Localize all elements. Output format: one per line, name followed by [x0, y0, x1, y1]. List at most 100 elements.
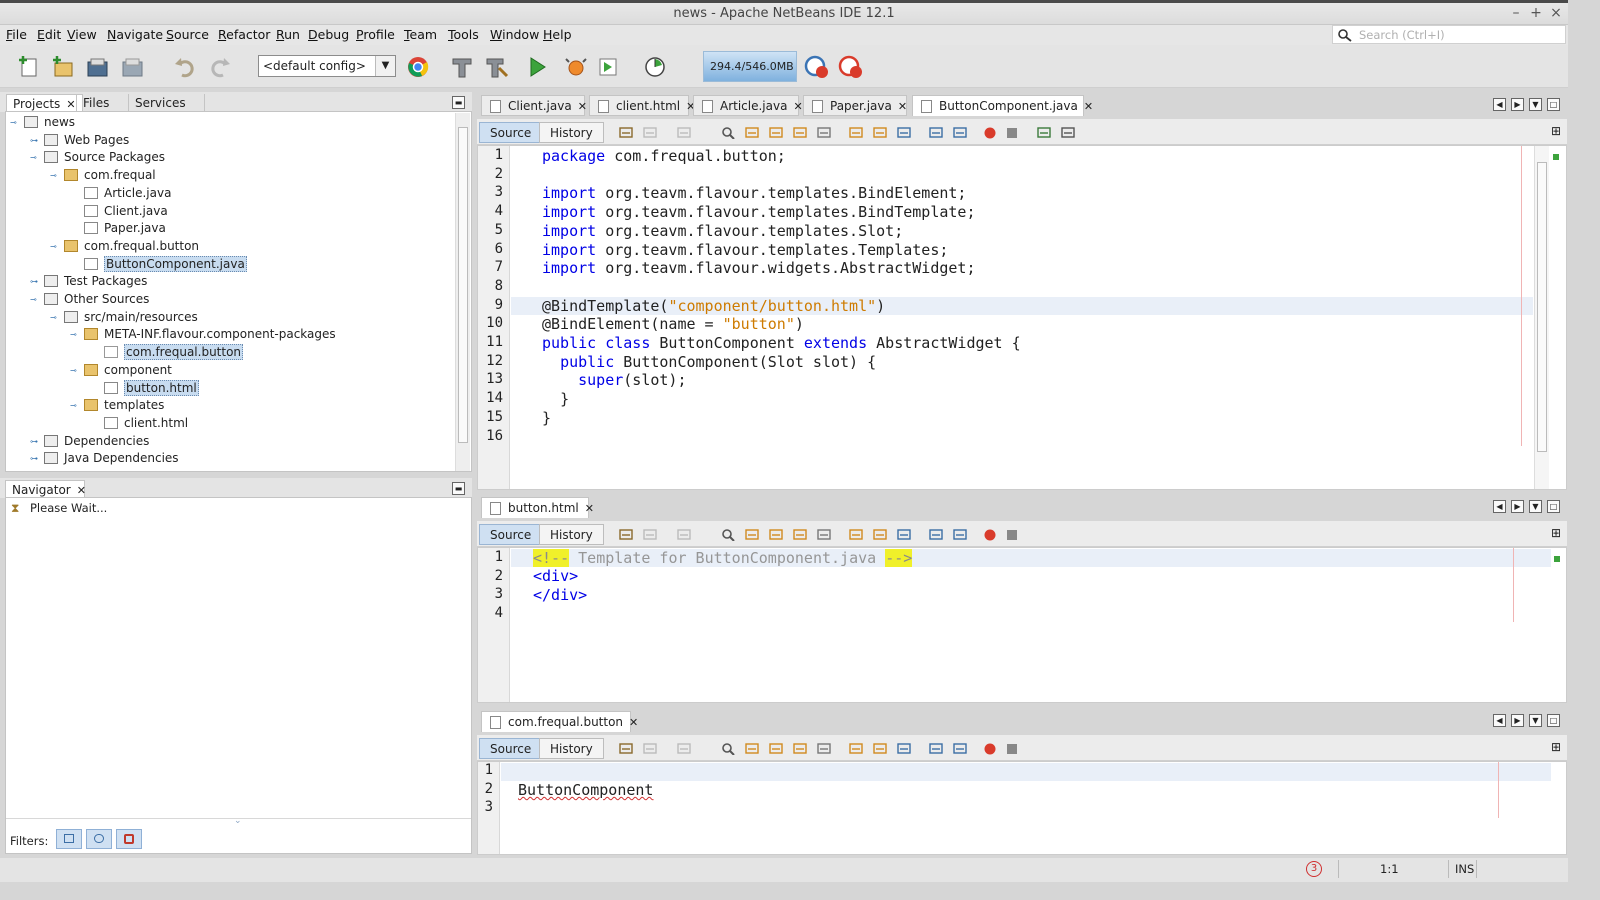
forward-icon[interactable] — [643, 528, 657, 541]
tree-item[interactable]: button.html — [104, 379, 199, 399]
next-bookmark-icon[interactable] — [873, 528, 887, 541]
tab-client-java[interactable]: Client.java ✕ — [481, 95, 587, 116]
tree-item[interactable]: ⊸ component — [70, 363, 172, 381]
tree-item[interactable]: ⊸ com.frequal.button — [50, 239, 199, 257]
tree-item[interactable]: ⊸ Other Sources — [30, 292, 149, 310]
toggle-highlight-icon[interactable] — [793, 528, 807, 541]
find-next-icon[interactable] — [769, 126, 783, 139]
split-editor-icon[interactable]: ⊞ — [1551, 526, 1561, 540]
shift-left-icon[interactable] — [929, 528, 943, 541]
forward-icon[interactable] — [643, 126, 657, 139]
new-file-icon[interactable] — [16, 54, 42, 80]
stop-macro-icon[interactable] — [1005, 126, 1019, 139]
chevron-right-icon[interactable]: ▶ — [1511, 500, 1524, 513]
back-icon[interactable] — [619, 126, 633, 139]
new-project-icon[interactable] — [50, 54, 76, 80]
build-icon[interactable] — [450, 54, 476, 80]
chevron-right-icon[interactable]: ▶ — [1511, 98, 1524, 111]
expand-toggle-icon[interactable]: ⊶ — [30, 454, 38, 463]
tree-item[interactable]: ⊸ src/main/resources — [50, 310, 198, 328]
rect-select-icon[interactable] — [817, 528, 831, 541]
clean-build-icon[interactable] — [484, 54, 510, 80]
chevron-right-icon[interactable]: ▶ — [1511, 714, 1524, 727]
tree-item[interactable]: ⊸ templates — [70, 398, 164, 416]
history-button[interactable]: History — [539, 738, 604, 759]
menu-profile[interactable]: Profile — [356, 27, 395, 42]
collapse-toggle-icon[interactable]: ⊸ — [10, 118, 17, 127]
menu-edit[interactable]: Edit — [37, 27, 61, 42]
prev-bookmark-icon[interactable] — [849, 742, 863, 755]
profile-icon[interactable] — [596, 54, 622, 80]
tab-com-frequal-button[interactable]: com.frequal.button ✕ — [481, 711, 638, 732]
rect-select-icon[interactable] — [817, 126, 831, 139]
shift-right-icon[interactable] — [953, 126, 967, 139]
menu-run[interactable]: Run — [276, 27, 300, 42]
scroll-thumb[interactable] — [1537, 162, 1547, 452]
find-icon[interactable] — [721, 528, 735, 541]
chevron-down-icon[interactable]: ▼ — [375, 56, 395, 76]
tree-item[interactable]: ⊸ news — [10, 115, 75, 133]
find-icon[interactable] — [721, 126, 735, 139]
menu-navigate[interactable]: Navigate — [107, 27, 163, 42]
close-icon[interactable]: ✕ — [1084, 100, 1093, 113]
tab-buttoncomponent-java[interactable]: ButtonComponent.java ✕ — [912, 95, 1093, 116]
collapse-toggle-icon[interactable]: ⊸ — [30, 153, 37, 162]
tree-item[interactable]: ⊸ com.frequal — [50, 168, 156, 186]
tree-item[interactable]: ⊸ Source Packages — [30, 150, 165, 168]
find-prev-icon[interactable] — [745, 742, 759, 755]
tree-item[interactable]: Article.java — [84, 186, 171, 204]
find-next-icon[interactable] — [769, 528, 783, 541]
minimize-button[interactable]: – — [1507, 5, 1525, 21]
shift-right-icon[interactable] — [953, 742, 967, 755]
tab-navigator[interactable]: Navigator ✕ — [5, 480, 86, 498]
chevron-down-icon[interactable]: ▼ — [1529, 98, 1542, 111]
prev-bookmark-icon[interactable] — [849, 126, 863, 139]
tree-item[interactable]: ⊶ Web Pages — [30, 133, 129, 151]
tree-scroll-thumb[interactable] — [458, 127, 468, 443]
memory-indicator[interactable]: 294.4/546.0MB — [703, 51, 797, 82]
toggle-highlight-icon[interactable] — [793, 742, 807, 755]
history-button[interactable]: History — [539, 122, 604, 143]
config-select[interactable]: <default config> ▼ — [258, 55, 396, 77]
tree-item[interactable]: Client.java — [84, 204, 168, 222]
back-icon[interactable] — [619, 742, 633, 755]
comment-icon[interactable] — [1037, 126, 1051, 139]
chevron-down-icon[interactable]: ▼ — [1529, 714, 1542, 727]
code-editor[interactable]: <!-- Template for ButtonComponent.java -… — [533, 548, 1523, 628]
next-bookmark-icon[interactable] — [873, 742, 887, 755]
debug-icon[interactable] — [563, 54, 589, 80]
tab-article-java[interactable]: Article.java ✕ — [693, 95, 803, 116]
toggle-bookmark-icon[interactable] — [897, 126, 911, 139]
menu-debug[interactable]: Debug — [308, 27, 349, 42]
editor1-scrollbar[interactable] — [1534, 146, 1549, 489]
source-button[interactable]: Source — [479, 738, 543, 759]
code-editor[interactable]: package com.frequal.button; import org.te… — [542, 146, 1532, 486]
open-project-icon[interactable] — [85, 54, 111, 80]
rect-select-icon[interactable] — [817, 742, 831, 755]
find-next-icon[interactable] — [769, 742, 783, 755]
expand-toggle-icon[interactable]: ⊶ — [30, 277, 38, 286]
maximize-icon[interactable]: □ — [1547, 714, 1560, 727]
tab-button-html[interactable]: button.html ✕ — [481, 497, 594, 518]
undo-icon[interactable] — [172, 54, 198, 80]
shift-left-icon[interactable] — [929, 126, 943, 139]
uncomment-icon[interactable] — [1061, 126, 1075, 139]
menu-tools[interactable]: Tools — [448, 27, 479, 42]
toggle-bookmark-icon[interactable] — [897, 742, 911, 755]
menu-view[interactable]: View — [67, 27, 97, 42]
back-icon[interactable] — [619, 528, 633, 541]
tree-item[interactable]: ⊶ Test Packages — [30, 274, 147, 292]
maximize-icon[interactable]: □ — [1547, 98, 1560, 111]
toggle-highlight-icon[interactable] — [793, 126, 807, 139]
notification-badge[interactable]: 3 — [1306, 861, 1322, 877]
menu-source[interactable]: Source — [166, 27, 209, 42]
start-macro-icon[interactable] — [983, 126, 997, 139]
tab-services[interactable]: Services — [128, 94, 205, 112]
close-window-button[interactable]: × — [1547, 5, 1565, 21]
menu-file[interactable]: File — [6, 27, 27, 42]
tree-item[interactable]: ⊶ Dependencies — [30, 434, 149, 452]
run-icon[interactable] — [524, 54, 550, 80]
find-icon[interactable] — [721, 742, 735, 755]
collapse-toggle-icon[interactable]: ⊸ — [50, 242, 57, 251]
close-icon[interactable]: ✕ — [793, 100, 802, 113]
